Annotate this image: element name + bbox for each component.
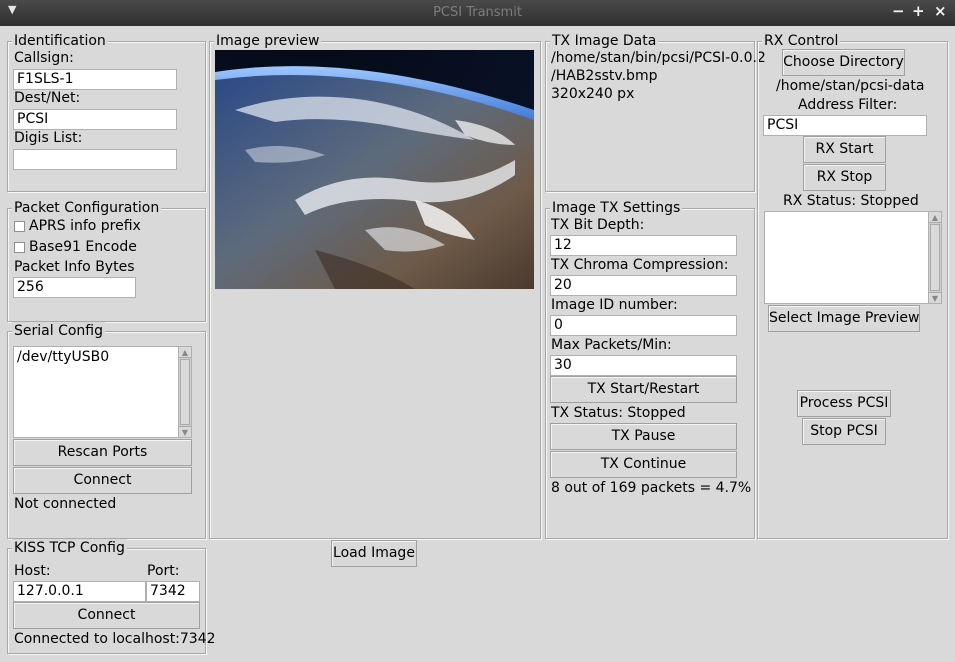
host-input[interactable]: 127.0.0.1 xyxy=(13,581,146,602)
scroll-thumb[interactable] xyxy=(180,359,190,425)
base91-checkbox[interactable] xyxy=(14,242,25,253)
chroma-label: TX Chroma Compression: xyxy=(551,257,729,273)
dest-net-label: Dest/Net: xyxy=(14,90,81,106)
serial-port-list[interactable]: /dev/ttyUSB0 ▲ ▼ xyxy=(13,346,192,438)
close-icon[interactable]: × xyxy=(934,2,947,20)
scroll-up-icon[interactable]: ▲ xyxy=(929,212,941,223)
rx-control-title: RX Control xyxy=(762,32,841,50)
chroma-input[interactable]: 20 xyxy=(550,275,737,296)
info-bytes-input[interactable]: 256 xyxy=(13,277,136,298)
earth-preview-image xyxy=(215,50,534,289)
serial-config-title: Serial Config xyxy=(12,322,105,340)
serial-list-scrollbar[interactable]: ▲ ▼ xyxy=(178,347,191,437)
port-label: Port: xyxy=(147,563,180,579)
process-pcsi-button[interactable]: Process PCSI xyxy=(797,390,891,417)
rescan-ports-button[interactable]: Rescan Ports xyxy=(13,439,192,466)
kiss-connect-button[interactable]: Connect xyxy=(13,602,200,629)
port-input[interactable]: 7342 xyxy=(146,581,200,602)
bit-depth-input[interactable]: 12 xyxy=(550,235,737,256)
rx-start-button[interactable]: RX Start xyxy=(803,136,886,163)
rx-image-list[interactable]: ▲ ▼ xyxy=(764,211,942,304)
image-dimensions: 320x240 px xyxy=(551,86,635,102)
image-path-line1: /home/stan/bin/pcsi/PCSI-0.0.2 xyxy=(551,50,766,66)
aprs-prefix-checkbox[interactable] xyxy=(14,221,25,232)
choose-directory-button[interactable]: Choose Directory xyxy=(782,49,905,76)
serial-connect-button[interactable]: Connect xyxy=(13,467,192,494)
callsign-label: Callsign: xyxy=(14,50,74,66)
scroll-down-icon[interactable]: ▼ xyxy=(929,292,941,303)
stop-pcsi-button[interactable]: Stop PCSI xyxy=(802,418,886,445)
rx-directory: /home/stan/pcsi-data xyxy=(776,78,925,94)
host-label: Host: xyxy=(14,563,51,579)
packet-config-title: Packet Configuration xyxy=(12,199,162,217)
max-packets-label: Max Packets/Min: xyxy=(551,337,672,353)
rx-status: RX Status: Stopped xyxy=(783,193,919,209)
max-packets-input[interactable]: 30 xyxy=(550,355,737,376)
base91-label: Base91 Encode xyxy=(29,239,137,255)
image-tx-settings-title: Image TX Settings xyxy=(550,199,683,217)
info-bytes-label: Packet Info Bytes xyxy=(14,259,135,275)
tx-continue-button[interactable]: TX Continue xyxy=(550,451,737,478)
tx-pause-button[interactable]: TX Pause xyxy=(550,423,737,450)
kiss-tcp-title: KISS TCP Config xyxy=(12,539,127,557)
minimize-icon[interactable]: − xyxy=(892,2,905,20)
identification-title: Identification xyxy=(12,32,108,50)
address-filter-input[interactable]: PCSI xyxy=(763,115,927,136)
tx-start-button[interactable]: TX Start/Restart xyxy=(550,376,737,403)
digis-input[interactable] xyxy=(13,149,177,170)
scroll-up-icon[interactable]: ▲ xyxy=(179,347,191,358)
maximize-icon[interactable]: + xyxy=(912,2,925,20)
serial-port-item[interactable]: /dev/ttyUSB0 xyxy=(17,348,109,366)
image-path-line2: /HAB2sstv.bmp xyxy=(551,68,658,84)
scroll-thumb[interactable] xyxy=(930,224,940,291)
kiss-status: Connected to localhost:7342 xyxy=(14,631,216,647)
scroll-down-icon[interactable]: ▼ xyxy=(179,426,191,437)
tx-progress: 8 out of 169 packets = 4.7% xyxy=(551,480,752,496)
aprs-prefix-label: APRS info prefix xyxy=(29,218,141,234)
image-preview-title: Image preview xyxy=(214,32,322,50)
address-filter-label: Address Filter: xyxy=(798,97,898,113)
callsign-input[interactable]: F1SLS-1 xyxy=(13,69,177,90)
bit-depth-label: TX Bit Depth: xyxy=(551,217,645,233)
digis-label: Digis List: xyxy=(14,130,83,146)
tx-image-data-title: TX Image Data xyxy=(550,32,659,50)
select-image-preview-button[interactable]: Select Image Preview xyxy=(768,305,920,332)
window-titlebar: ▼ PCSI Transmit − + × xyxy=(0,0,955,26)
image-id-label: Image ID number: xyxy=(551,297,678,313)
rx-stop-button[interactable]: RX Stop xyxy=(803,164,886,191)
image-id-input[interactable]: 0 xyxy=(550,315,737,336)
window-title: PCSI Transmit xyxy=(433,5,522,20)
dest-net-input[interactable]: PCSI xyxy=(13,109,177,130)
serial-status: Not connected xyxy=(14,496,117,512)
load-image-button[interactable]: Load Image xyxy=(331,540,417,567)
tx-status: TX Status: Stopped xyxy=(551,405,686,421)
rx-list-scrollbar[interactable]: ▲ ▼ xyxy=(928,212,941,303)
